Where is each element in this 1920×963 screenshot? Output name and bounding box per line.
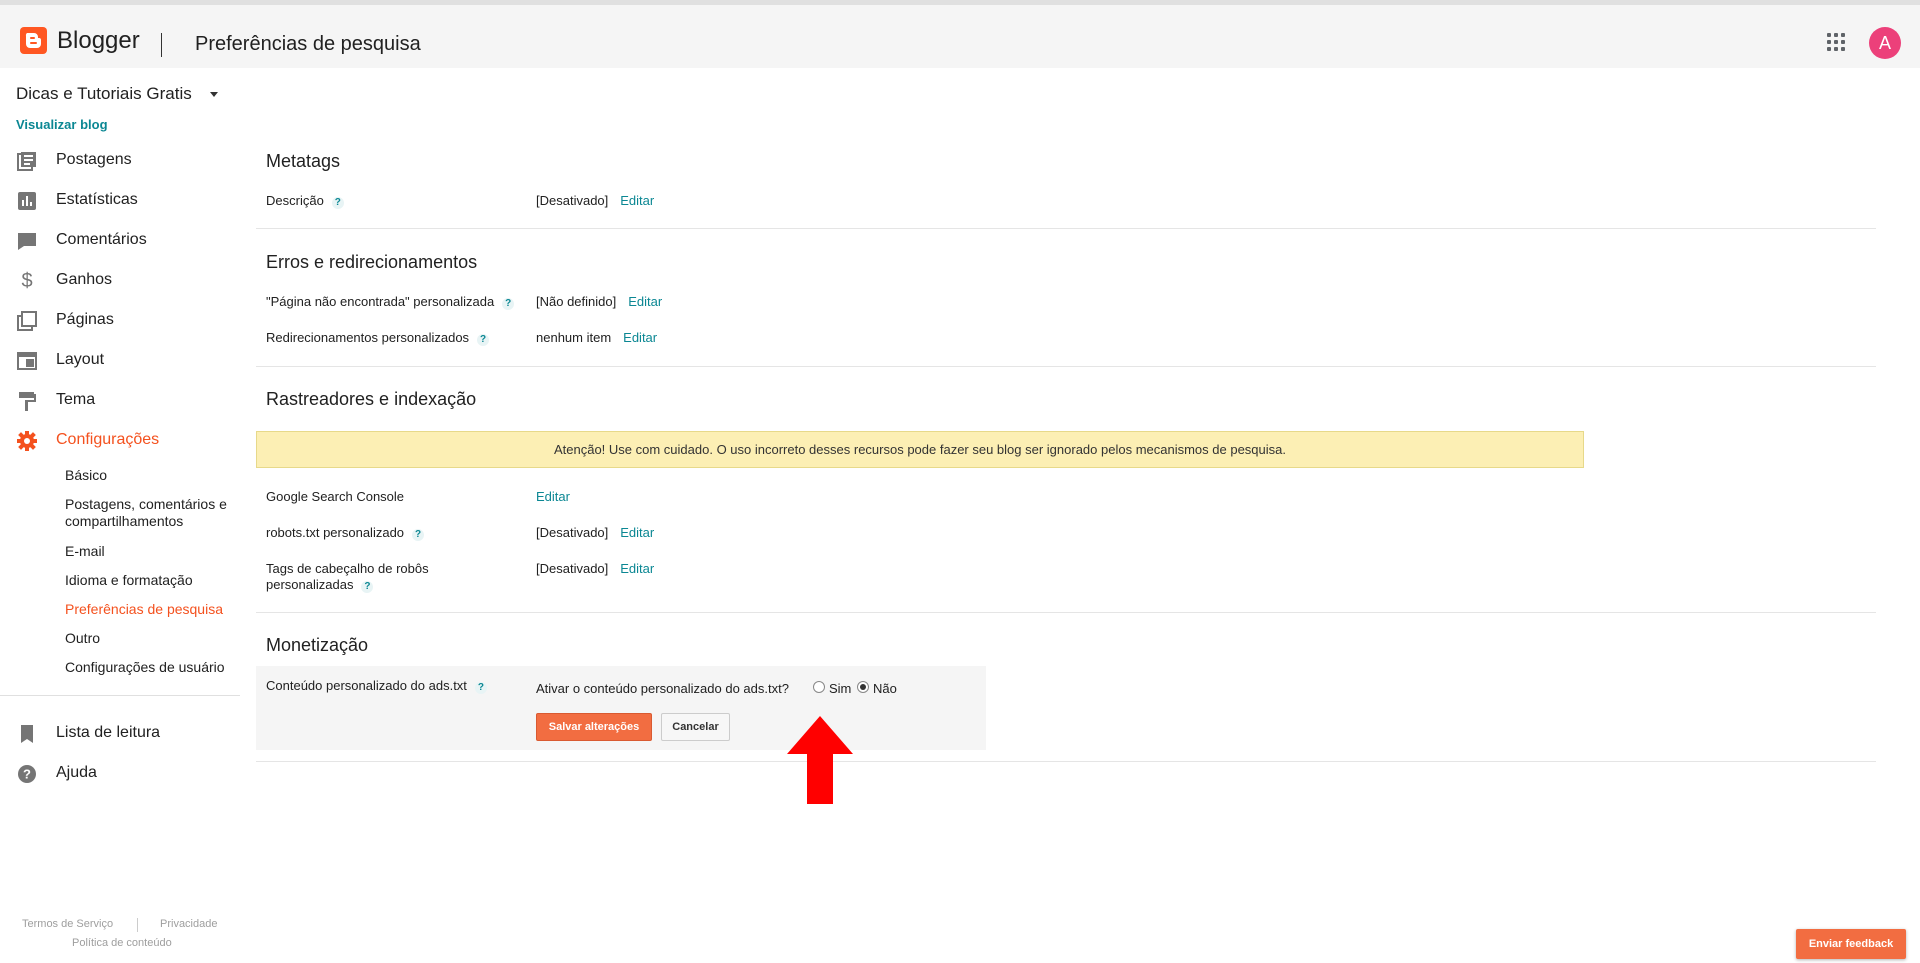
search-console-label: Google Search Console (266, 489, 405, 504)
robots-tags-label: Tags de cabeçalho de robôs personalizada… (266, 561, 429, 593)
help-question-icon[interactable]: ? (331, 197, 344, 209)
help-question-icon[interactable]: ? (502, 298, 515, 310)
bookmark-icon (21, 725, 33, 743)
caret-down-icon[interactable] (210, 92, 218, 97)
section-title-erros: Erros e redirecionamentos (266, 252, 478, 272)
edit-robots-link[interactable]: Editar (620, 525, 654, 540)
sidebar-item-configuracoes[interactable]: Configurações (16, 426, 236, 456)
view-blog-link[interactable]: Visualizar blog (16, 117, 108, 132)
subitem-outro[interactable]: Outro (65, 630, 245, 647)
section-divider (256, 612, 1876, 613)
subitem-postagens-comentarios[interactable]: Postagens, comentários e compartilhament… (65, 496, 245, 530)
section-divider (256, 761, 1876, 762)
help-question-icon[interactable]: ? (412, 529, 425, 541)
subitem-email[interactable]: E-mail (65, 543, 245, 560)
edit-redirects-link[interactable]: Editar (623, 330, 657, 345)
subitem-basico[interactable]: Básico (65, 467, 245, 484)
help-question-icon[interactable]: ? (474, 682, 487, 694)
posts-icon (17, 152, 36, 171)
radio-sim[interactable] (813, 681, 825, 693)
sidebar-item-postagens[interactable]: Postagens (16, 146, 236, 176)
page-title: Preferências de pesquisa (195, 33, 421, 55)
sidebar-item-label: Páginas (56, 311, 114, 328)
comments-icon (18, 233, 36, 250)
section-title-monetizacao: Monetização (266, 635, 369, 655)
help-question-icon[interactable]: ? (477, 334, 490, 346)
sidebar-item-label: Layout (56, 351, 105, 368)
red-arrow-annotation (787, 716, 853, 804)
svg-text:?: ? (23, 767, 31, 782)
edit-search-console-link[interactable]: Editar (536, 489, 570, 504)
sidebar-item-label: Configurações (56, 431, 160, 448)
not-found-label: "Página não encontrada" personalizada? (266, 294, 515, 310)
avatar[interactable]: A (1869, 27, 1901, 59)
subitem-config-usuario[interactable]: Configurações de usuário (65, 659, 245, 676)
cancel-button[interactable]: Cancelar (661, 713, 730, 741)
sidebar-divider (0, 695, 240, 696)
section-title-rastreadores: Rastreadores e indexação (266, 389, 477, 409)
robots-tags-value: [Desativado] Editar (536, 561, 655, 576)
sidebar-item-estatisticas[interactable]: Estatísticas (16, 186, 236, 216)
edit-not-found-link[interactable]: Editar (628, 294, 662, 309)
blog-selector[interactable]: Dicas e Tutoriais Gratis (16, 84, 192, 104)
apps-grid-icon[interactable] (1827, 33, 1845, 51)
brand-name[interactable]: Blogger (57, 27, 140, 55)
terms-link[interactable]: Termos de Serviço (22, 918, 113, 930)
theme-icon (19, 392, 36, 411)
section-divider (256, 366, 1876, 367)
dollar-icon: $ (21, 270, 33, 292)
privacy-link[interactable]: Privacidade (160, 918, 217, 930)
description-label: Descrição? (266, 193, 344, 209)
edit-description-link[interactable]: Editar (620, 193, 654, 208)
ads-txt-question: Ativar o conteúdo personalizado do ads.t… (536, 681, 789, 696)
radio-nao-label[interactable]: Não (873, 681, 897, 696)
section-title-metatags: Metatags (266, 151, 341, 171)
content-policy-link[interactable]: Política de conteúdo (72, 937, 172, 949)
help-icon: ? (18, 765, 36, 783)
warning-banner: Atenção! Use com cuidado. O uso incorret… (256, 431, 1584, 468)
not-found-value: [Não definido] Editar (536, 294, 663, 309)
pages-icon (17, 311, 37, 331)
top-bar: Blogger Preferências de pesquisa A (0, 0, 1920, 68)
stats-icon (18, 192, 36, 210)
layout-icon (17, 352, 37, 370)
sidebar-item-label: Lista de leitura (56, 724, 161, 741)
sidebar-item-tema[interactable]: Tema (16, 386, 236, 416)
sidebar-item-label: Ajuda (56, 764, 97, 781)
sidebar-item-label: Tema (56, 391, 96, 408)
edit-robots-tags-link[interactable]: Editar (620, 561, 654, 576)
search-console-value: Editar (536, 489, 570, 504)
section-divider (256, 228, 1876, 229)
blogger-logo-icon[interactable] (20, 27, 47, 54)
sidebar-item-comentarios[interactable]: Comentários (16, 226, 236, 256)
sidebar-item-label: Comentários (56, 231, 147, 248)
description-value: [Desativado] Editar (536, 193, 655, 208)
robots-label: robots.txt personalizado? (266, 525, 425, 541)
sidebar-item-ganhos[interactable]: $ Ganhos (16, 266, 236, 296)
robots-value: [Desativado] Editar (536, 525, 655, 540)
sidebar-item-help[interactable]: ? Ajuda (16, 759, 236, 789)
redirects-label: Redirecionamentos personalizados? (266, 330, 490, 346)
sidebar-item-label: Ganhos (56, 271, 113, 288)
sidebar-item-paginas[interactable]: Páginas (16, 306, 236, 336)
save-button[interactable]: Salvar alterações (536, 713, 652, 741)
gear-icon (17, 431, 37, 451)
send-feedback-button[interactable]: Enviar feedback (1796, 929, 1906, 959)
sidebar-item-layout[interactable]: Layout (16, 346, 236, 376)
redirects-value: nenhum item Editar (536, 330, 658, 345)
sidebar-item-label: Postagens (56, 151, 132, 168)
help-question-icon[interactable]: ? (361, 581, 374, 593)
sidebar-item-reading-list[interactable]: Lista de leitura (16, 719, 236, 749)
radio-nao[interactable] (857, 681, 869, 693)
subitem-idioma[interactable]: Idioma e formatação (65, 572, 245, 589)
subitem-preferencias-pesquisa[interactable]: Preferências de pesquisa (65, 601, 245, 618)
ads-txt-label: Conteúdo personalizado do ads.txt? (266, 678, 487, 694)
sidebar-item-label: Estatísticas (56, 191, 138, 208)
footer-divider (137, 918, 138, 932)
radio-sim-label[interactable]: Sim (829, 681, 851, 696)
brand-divider (161, 33, 162, 57)
